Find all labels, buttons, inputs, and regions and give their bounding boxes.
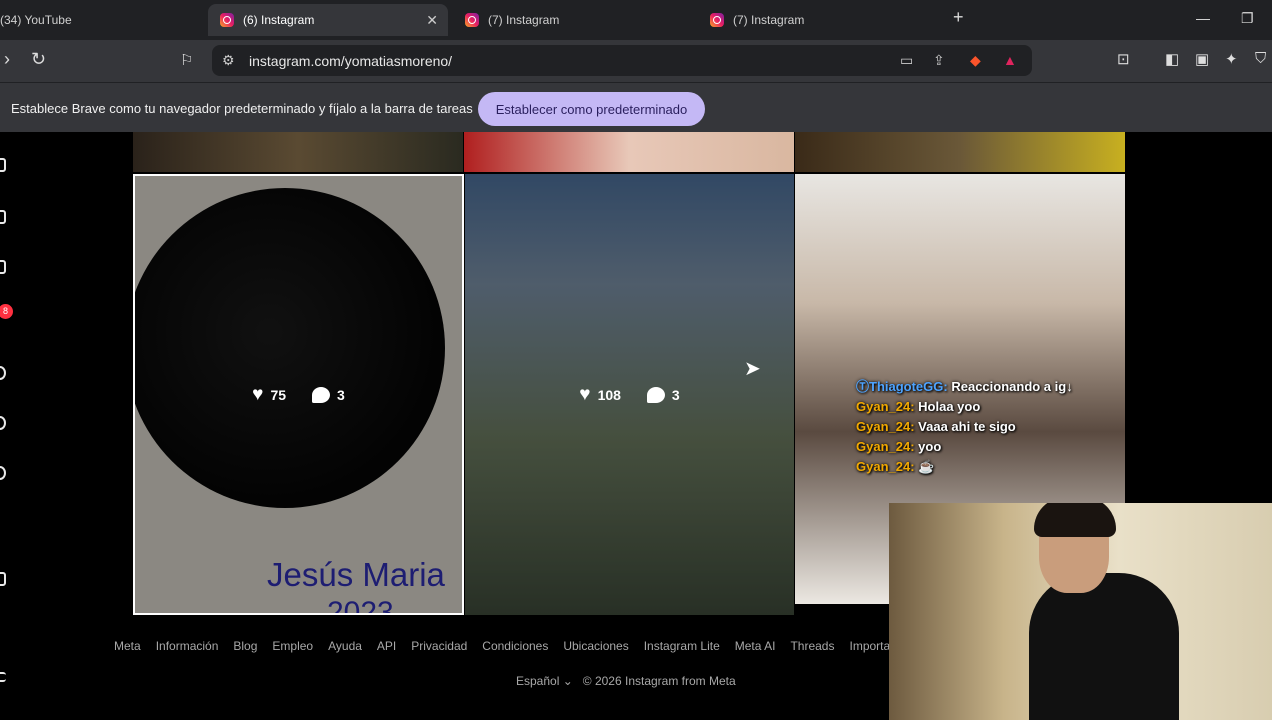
footer-link[interactable]: Ubicaciones bbox=[563, 639, 628, 653]
sidebar-icon[interactable]: ◧ bbox=[1165, 50, 1179, 68]
url-text: instagram.com/yomatiasmoreno/ bbox=[249, 53, 453, 69]
footer-link[interactable]: Threads bbox=[790, 639, 834, 653]
tab-bar: (34) YouTube (6) Instagram ✕ (7) Instagr… bbox=[0, 0, 1272, 40]
notifications-icon[interactable] bbox=[0, 466, 6, 480]
likes-count: ♥ 75 bbox=[252, 383, 287, 405]
forward-icon[interactable]: › bbox=[4, 49, 10, 70]
tab-instagram-2[interactable]: (7) Instagram bbox=[453, 4, 693, 36]
chevron-down-icon[interactable]: ⌄ bbox=[563, 674, 576, 688]
comments-count: 3 bbox=[312, 386, 345, 403]
toolbar: › ↻ ⚐ ⚙ instagram.com/yomatiasmoreno/ ▭ … bbox=[0, 40, 1272, 82]
post-tile[interactable]: ♥ 108 3 bbox=[465, 174, 794, 615]
copyright: © 2026 Instagram from Meta bbox=[582, 674, 736, 688]
restore-icon[interactable]: ❐ bbox=[1241, 10, 1254, 27]
post-thumbnail[interactable] bbox=[133, 132, 463, 172]
webcam-person bbox=[1029, 573, 1179, 720]
tab-title: (34) YouTube bbox=[0, 13, 72, 27]
tab-title: (6) Instagram bbox=[243, 13, 315, 27]
reload-icon[interactable]: ↻ bbox=[31, 49, 46, 70]
tab-title: (7) Instagram bbox=[488, 13, 560, 27]
chat-message: Gyan_24: Holaa yoo bbox=[856, 399, 981, 414]
tab-title: (7) Instagram bbox=[733, 13, 805, 27]
home-icon[interactable] bbox=[0, 210, 6, 224]
post-hover-overlay: ♥ 108 3 bbox=[465, 174, 794, 615]
footer-link[interactable]: Instagram Lite bbox=[644, 639, 720, 653]
heart-icon: ♥ bbox=[252, 383, 264, 405]
address-bar[interactable]: ⚙ instagram.com/yomatiasmoreno/ ▭ ⇪ ◆ ▲ bbox=[212, 45, 1032, 76]
search-icon[interactable] bbox=[0, 366, 6, 380]
chat-message: Gyan_24: yoo bbox=[856, 439, 942, 454]
share-icon[interactable]: ⇪ bbox=[933, 52, 945, 69]
instagram-page: 8 Jesús Maria 2023 ♥ 75 3 ♥ 108 3 ⓉThiagot… bbox=[0, 132, 1272, 720]
footer-link[interactable]: Meta AI bbox=[735, 639, 776, 653]
brave-rewards-icon[interactable]: ▲ bbox=[1003, 52, 1017, 68]
chat-message: ⓉThiagoteGG: Reaccionando a ig↓ bbox=[856, 379, 1073, 394]
footer-link[interactable]: Meta bbox=[114, 639, 141, 653]
reels-icon[interactable] bbox=[0, 260, 6, 274]
footer-link[interactable]: Privacidad bbox=[411, 639, 467, 653]
footer-link[interactable]: Blog bbox=[233, 639, 257, 653]
brave-shields-icon[interactable]: ◆ bbox=[970, 52, 981, 69]
heart-icon: ♥ bbox=[579, 383, 591, 405]
wallet-icon[interactable]: ▣ bbox=[1195, 50, 1209, 68]
leo-ai-icon[interactable]: ✦ bbox=[1225, 50, 1238, 68]
post-tile[interactable]: Jesús Maria 2023 ♥ 75 3 bbox=[133, 174, 464, 615]
mouse-cursor: ➤ bbox=[744, 358, 761, 380]
create-icon[interactable] bbox=[0, 572, 6, 586]
stream-chat: ⓉThiagoteGG: Reaccionando a ig↓ Gyan_24:… bbox=[856, 377, 1073, 477]
explore-icon[interactable] bbox=[0, 416, 6, 430]
notification-badge: 8 bbox=[0, 304, 13, 319]
cast-icon[interactable]: ▭ bbox=[900, 52, 913, 69]
instagram-logo-icon[interactable] bbox=[0, 158, 6, 172]
webcam-person bbox=[1034, 503, 1116, 537]
likes-count: ♥ 108 bbox=[579, 383, 621, 405]
footer-link[interactable]: Importa bbox=[849, 639, 890, 653]
tab-search-icon[interactable]: ⊡ bbox=[1117, 50, 1130, 68]
tab-youtube[interactable]: (34) YouTube bbox=[0, 4, 198, 36]
default-browser-infobar: Establece Brave como tu navegador predet… bbox=[0, 82, 1272, 132]
comment-icon bbox=[646, 386, 665, 403]
new-tab-icon[interactable]: + bbox=[953, 7, 964, 28]
close-icon[interactable]: ✕ bbox=[426, 12, 438, 29]
footer-link[interactable]: API bbox=[377, 639, 396, 653]
instagram-icon bbox=[465, 13, 479, 27]
instagram-icon bbox=[710, 13, 724, 27]
chat-message: Gyan_24: Vaaa ahi te sigo bbox=[856, 419, 1016, 434]
left-nav: 8 bbox=[0, 132, 14, 720]
footer-link[interactable]: Ayuda bbox=[328, 639, 362, 653]
infobar-message: Establece Brave como tu navegador predet… bbox=[11, 101, 473, 116]
site-settings-icon[interactable]: ⚙ bbox=[222, 52, 235, 69]
post-thumbnail[interactable] bbox=[795, 132, 1125, 172]
vpn-icon[interactable]: ⛉ bbox=[1255, 50, 1266, 67]
set-default-button[interactable]: Establecer como predeterminado bbox=[478, 92, 705, 126]
bookmark-icon[interactable]: ⚐ bbox=[180, 51, 193, 69]
footer-meta: Español ⌄ © 2026 Instagram from Meta bbox=[516, 674, 736, 688]
webcam-overlay bbox=[889, 503, 1272, 720]
post-thumbnail[interactable] bbox=[464, 132, 794, 172]
post-hover-overlay: ♥ 75 3 bbox=[135, 176, 462, 613]
footer-links: Meta Información Blog Empleo Ayuda API P… bbox=[114, 639, 905, 653]
comments-count: 3 bbox=[646, 386, 680, 403]
chat-message: Gyan_24: ☕ bbox=[856, 459, 935, 474]
language-select[interactable]: Español bbox=[516, 674, 559, 688]
menu-icon[interactable] bbox=[0, 672, 6, 682]
tab-instagram-3[interactable]: (7) Instagram bbox=[698, 4, 938, 36]
instagram-icon bbox=[220, 13, 234, 27]
comment-icon bbox=[312, 386, 331, 403]
footer-link[interactable]: Empleo bbox=[272, 639, 313, 653]
footer-link[interactable]: Información bbox=[156, 639, 219, 653]
footer-link[interactable]: Condiciones bbox=[482, 639, 548, 653]
minimize-icon[interactable]: — bbox=[1196, 10, 1210, 26]
tab-instagram-active[interactable]: (6) Instagram ✕ bbox=[208, 4, 448, 36]
